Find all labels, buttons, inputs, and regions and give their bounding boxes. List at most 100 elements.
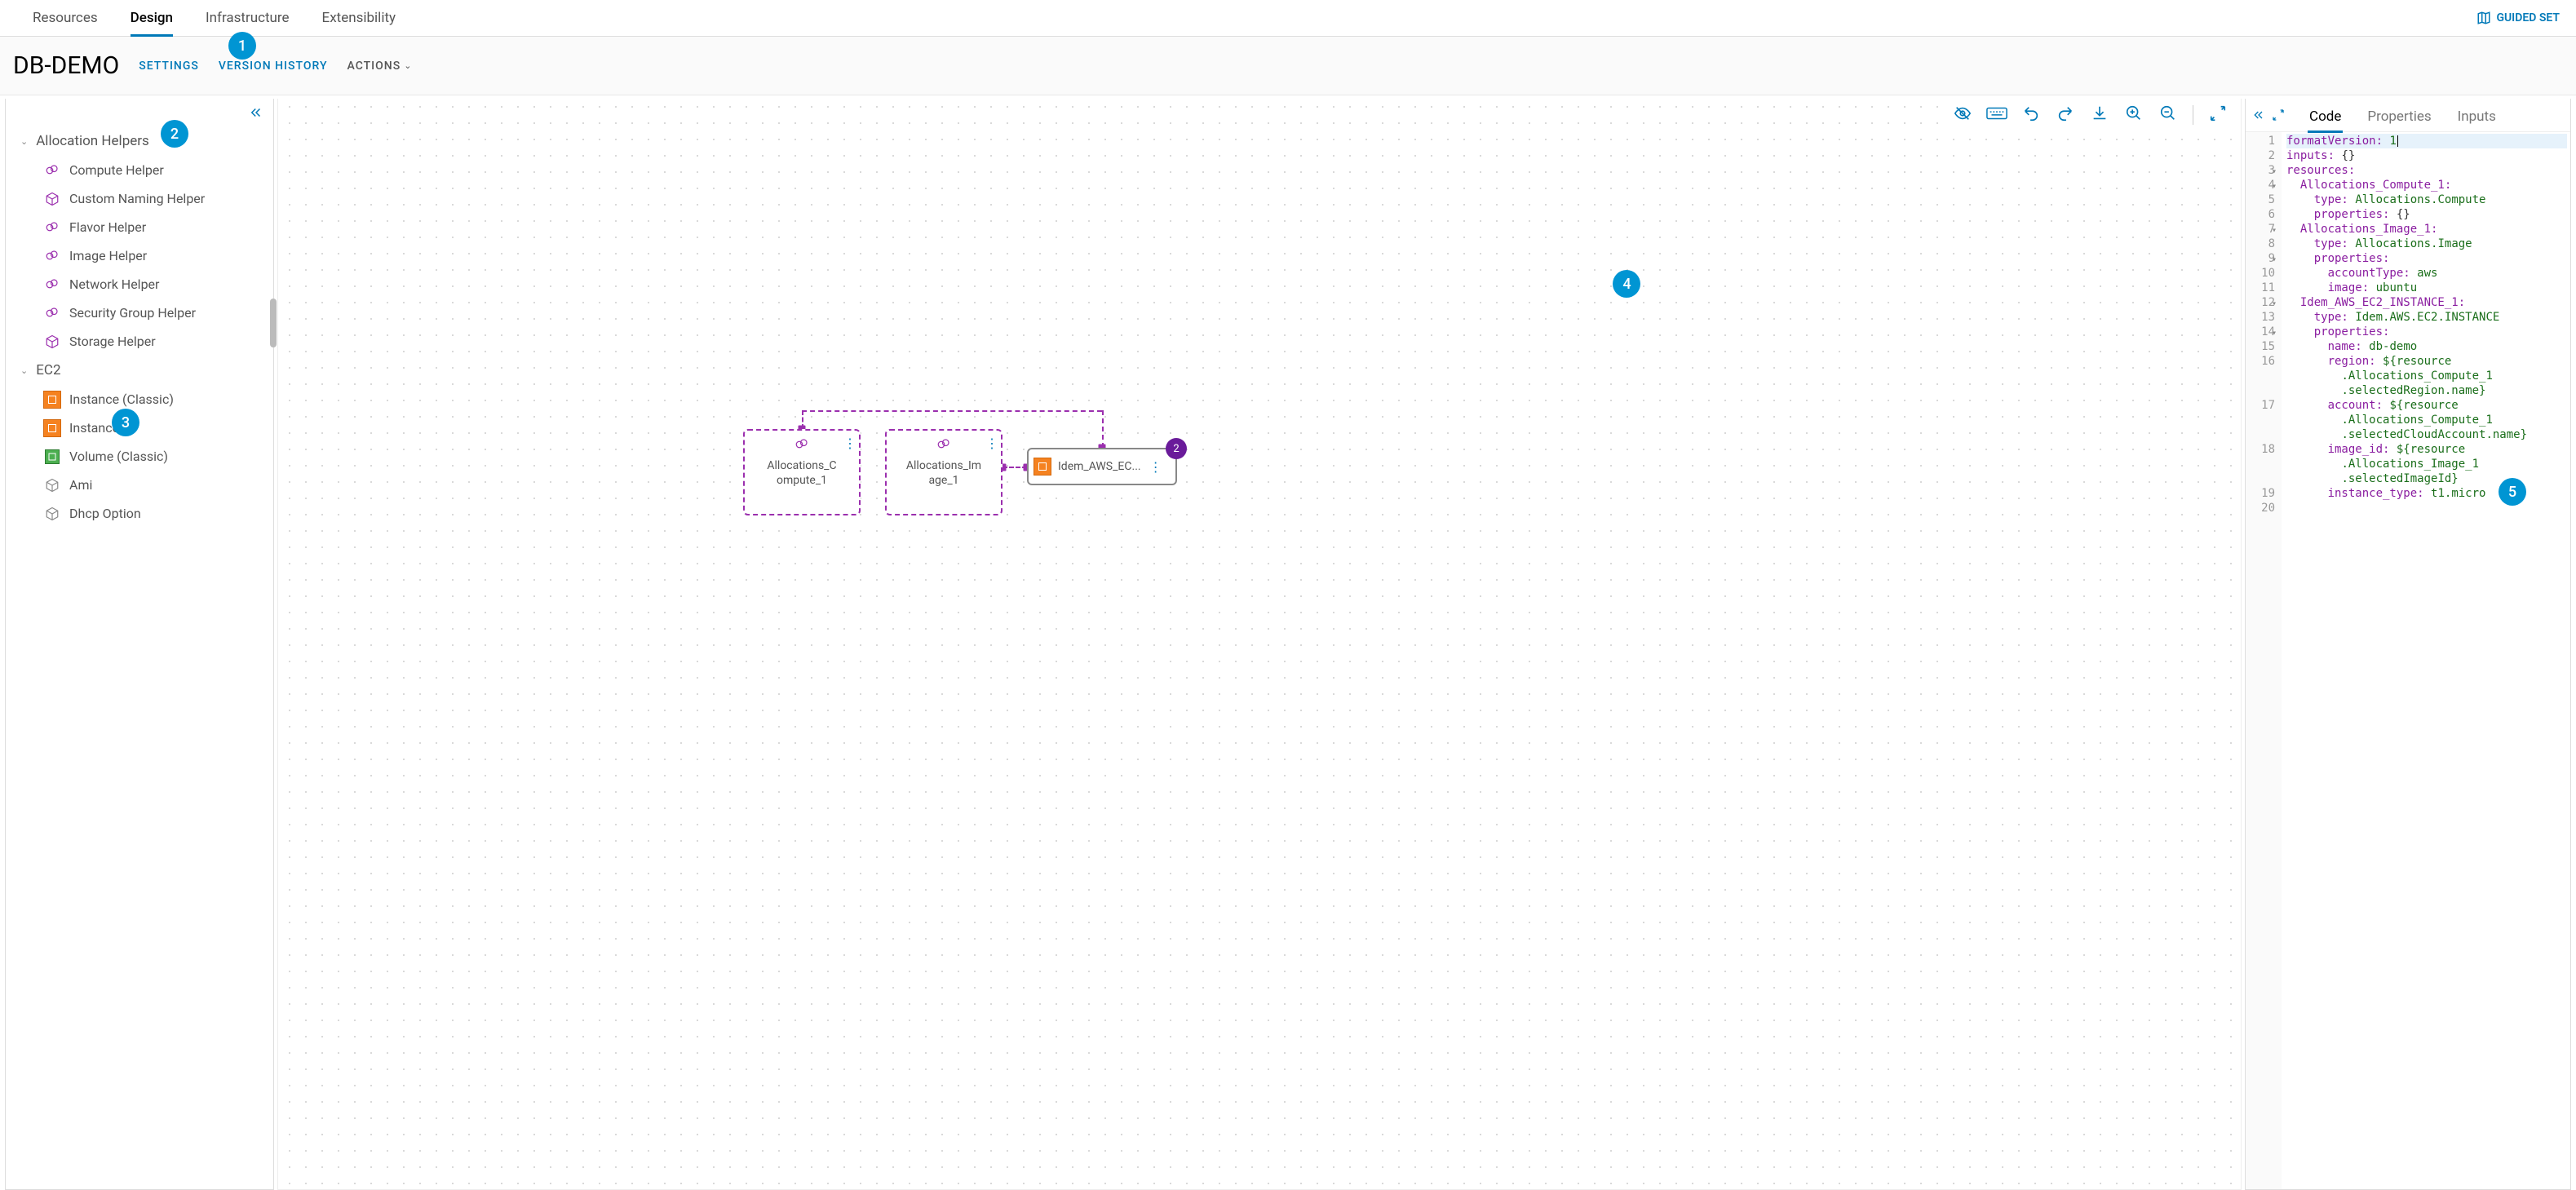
code-line[interactable]: formatVersion: 1 [2286, 134, 2567, 148]
code-line[interactable]: .Allocations_Compute_1 [2286, 369, 2567, 383]
node-label: Allocations_Compute_1 [767, 458, 836, 488]
code-line[interactable]: Allocations_Image_1: [2286, 222, 2567, 237]
code-line[interactable]: type: Idem.AWS.EC2.INSTANCE [2286, 310, 2567, 325]
top-nav-design[interactable]: Design [114, 0, 189, 36]
network-helper-icon [45, 277, 60, 292]
connection-line [1102, 410, 1104, 448]
gutter-line: 10 [2246, 266, 2275, 281]
sidebar-item-flavor-helper[interactable]: Flavor Helper [6, 213, 273, 241]
canvas-node-idem-aws[interactable]: Idem_AWS_EC...⋮2 [1027, 448, 1177, 485]
undo-button[interactable] [2021, 105, 2041, 125]
sidebar-item-ami[interactable]: Ami [6, 471, 273, 499]
gutter-line: 14▾ [2246, 325, 2275, 339]
code-line[interactable]: .Allocations_Image_1 [2286, 457, 2567, 471]
top-nav-infrastructure[interactable]: Infrastructure [189, 0, 306, 36]
settings-link[interactable]: SETTINGS [139, 60, 199, 73]
code-line[interactable]: .selectedImageId} [2286, 471, 2567, 486]
code-line[interactable]: type: Allocations.Image [2286, 237, 2567, 251]
map-icon [2476, 11, 2491, 25]
header-bar: DB-DEMO SETTINGS VERSION HISTORY ACTIONS… [0, 37, 2576, 95]
sidebar-item-instance-classic[interactable]: Instance (Classic) [6, 385, 273, 414]
design-canvas[interactable]: ⋮ Allocations_Compute_1 ⋮Allocations_Image… [277, 99, 2242, 1190]
code-line[interactable]: .selectedRegion.name} [2286, 383, 2567, 398]
version-history-link[interactable]: VERSION HISTORY [219, 60, 328, 73]
code-line[interactable]: .Allocations_Compute_1 [2286, 413, 2567, 427]
gutter-line: 18 [2246, 442, 2275, 457]
code-line[interactable]: account: ${resource [2286, 398, 2567, 413]
expand-full-icon[interactable] [2272, 108, 2285, 125]
node-menu-icon[interactable]: ⋮ [1149, 459, 1162, 475]
code-line[interactable]: Allocations_Compute_1: [2286, 178, 2567, 192]
sidebar-item-compute-helper[interactable]: Compute Helper [6, 156, 273, 184]
sidebar-item-volume-classic[interactable]: Volume (Classic) [6, 442, 273, 471]
code-line[interactable]: image_id: ${resource [2286, 442, 2567, 457]
right-tab-inputs[interactable]: Inputs [2445, 102, 2509, 131]
code-line[interactable]: .selectedCloudAccount.name} [2286, 427, 2567, 442]
gutter-line [2246, 471, 2275, 486]
node-menu-icon[interactable]: ⋮ [985, 436, 998, 451]
alloc-compute-icon [794, 439, 809, 453]
chevron-down-icon: ⌄ [20, 365, 28, 376]
gutter-line: 1 [2246, 134, 2275, 148]
sidebar-item-image-helper[interactable]: Image Helper [6, 241, 273, 270]
right-tab-code[interactable]: Code [2296, 102, 2354, 131]
code-line[interactable]: properties: [2286, 325, 2567, 339]
download-button[interactable] [2090, 105, 2109, 125]
guided-setup-label: GUIDED SET [2496, 11, 2560, 24]
visibility-off-button[interactable] [1953, 105, 1972, 125]
code-line[interactable]: inputs: {} [2286, 148, 2567, 163]
sidebar-scrollbar[interactable] [270, 299, 277, 347]
security-group-helper-icon [45, 306, 60, 321]
code-line[interactable]: resources: [2286, 163, 2567, 178]
redo-button[interactable] [2056, 105, 2075, 125]
canvas-toolbar [1946, 100, 2234, 130]
top-nav-resources[interactable]: Resources [16, 0, 114, 36]
node-menu-icon[interactable]: ⋮ [843, 436, 856, 451]
top-nav-extensibility[interactable]: Extensibility [306, 0, 413, 36]
zoom-in-button[interactable] [2124, 105, 2144, 125]
sidebar-group-allocation-helpers[interactable]: ⌄Allocation Helpers [6, 126, 273, 156]
code-body[interactable]: formatVersion: 1inputs: {}resources: All… [2282, 132, 2570, 1189]
canvas-node-alloc-image[interactable]: ⋮Allocations_Image_1 [885, 429, 1003, 515]
code-line[interactable] [2286, 501, 2567, 515]
code-line[interactable]: instance_type: t1.micro [2286, 486, 2567, 501]
code-line[interactable]: properties: [2286, 251, 2567, 266]
actions-dropdown[interactable]: ACTIONS ⌄ [347, 60, 413, 73]
keyboard-button[interactable] [1987, 105, 2007, 125]
sidebar: ⌄Allocation HelpersCompute HelperCustom … [5, 99, 274, 1190]
right-panel: CodePropertiesInputs 123▾4▾567▾89▾101112… [2245, 99, 2571, 1190]
expand-button[interactable] [2208, 105, 2228, 125]
keyboard-icon [1986, 104, 2007, 126]
code-line[interactable]: type: Allocations.Compute [2286, 192, 2567, 207]
code-line[interactable]: accountType: aws [2286, 266, 2567, 281]
redo-icon [2056, 104, 2074, 126]
sidebar-item-storage-helper[interactable]: Storage Helper [6, 327, 273, 356]
expand-left-icon[interactable] [2252, 108, 2265, 125]
sidebar-item-instance[interactable]: Instance [6, 414, 273, 442]
guided-setup-link[interactable]: GUIDED SET [2476, 11, 2560, 25]
code-line[interactable]: Idem_AWS_EC2_INSTANCE_1: [2286, 295, 2567, 310]
canvas-node-alloc-compute[interactable]: ⋮ Allocations_Compute_1 [743, 429, 861, 515]
chevron-down-icon: ⌄ [20, 136, 28, 147]
volume-classic-icon [45, 449, 60, 464]
gutter-line: 2 [2246, 148, 2275, 163]
code-editor[interactable]: 123▾4▾567▾89▾101112▾1314▾151617181920 fo… [2246, 131, 2570, 1189]
sidebar-group-ec2[interactable]: ⌄EC2 [6, 356, 273, 385]
gutter-line: 11 [2246, 281, 2275, 295]
sidebar-item-custom-naming-helper[interactable]: Custom Naming Helper [6, 184, 273, 213]
code-line[interactable]: image: ubuntu [2286, 281, 2567, 295]
gutter-line: 5 [2246, 192, 2275, 207]
gutter-line: 12▾ [2246, 295, 2275, 310]
node-badge: 2 [1166, 438, 1187, 459]
code-line[interactable]: region: ${resource [2286, 354, 2567, 369]
sidebar-item-dhcp-option[interactable]: Dhcp Option [6, 499, 273, 528]
sidebar-item-network-helper[interactable]: Network Helper [6, 270, 273, 299]
zoom-out-button[interactable] [2158, 105, 2178, 125]
gutter-line: 19 [2246, 486, 2275, 501]
code-line[interactable]: properties: {} [2286, 207, 2567, 222]
collapse-sidebar-icon[interactable] [249, 105, 263, 123]
right-tab-properties[interactable]: Properties [2354, 102, 2444, 131]
code-line[interactable]: name: db-demo [2286, 339, 2567, 354]
zoom-in-icon [2125, 104, 2143, 126]
sidebar-item-security-group-helper[interactable]: Security Group Helper [6, 299, 273, 327]
